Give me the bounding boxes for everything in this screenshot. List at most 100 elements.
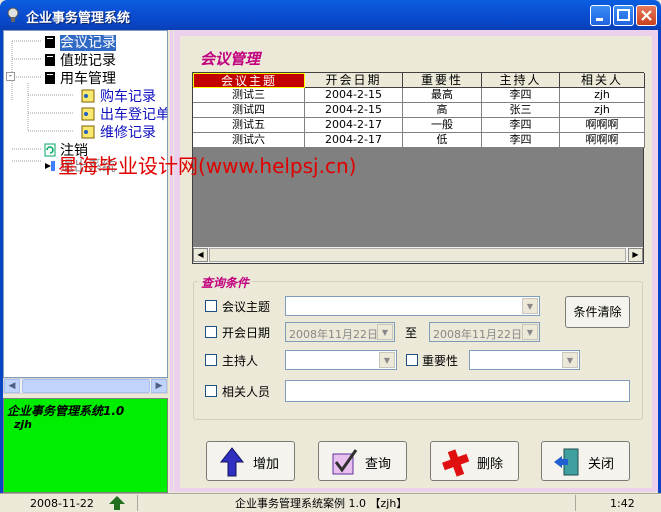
chevron-down-icon[interactable]: ▼ <box>377 324 393 340</box>
table-row[interactable]: 测试四 2004-2-15 高 张三 zjh <box>193 103 645 118</box>
document-icon <box>45 54 55 66</box>
refresh-doc-icon <box>44 143 56 157</box>
host-checkbox[interactable] <box>205 354 217 366</box>
column-header[interactable]: 开会日期 <box>305 73 403 88</box>
date-to-label: 至 <box>405 326 418 340</box>
chevron-down-icon[interactable]: ▼ <box>379 352 395 368</box>
cell-topic: 测试五 <box>193 118 305 133</box>
info-box: 企业事务管理系统1.0 zjh <box>3 398 168 493</box>
title-bar: 企业事务管理系统 <box>0 0 661 30</box>
close-button[interactable]: 关闭 <box>541 441 630 481</box>
tree-item-duty-records[interactable]: 值班记录 <box>44 50 116 70</box>
tree-item-label: 出车登记单 <box>100 107 168 123</box>
tree-item-vehicle-management[interactable]: 用车管理 <box>44 68 116 88</box>
tree-item-car-purchase[interactable]: 购车记录 <box>76 86 156 106</box>
importance-checkbox[interactable] <box>406 354 418 366</box>
chevron-down-icon[interactable]: ▼ <box>562 352 578 368</box>
scroll-left-icon[interactable]: ◀ <box>193 248 208 262</box>
scroll-left-icon[interactable]: ◀ <box>4 379 20 393</box>
column-header[interactable]: 主持人 <box>482 73 560 88</box>
tree-expander[interactable]: - <box>6 72 15 81</box>
cell-host: 李四 <box>482 133 560 148</box>
column-header[interactable]: 重要性 <box>403 73 482 88</box>
minimize-button[interactable] <box>590 5 611 26</box>
nav-tree[interactable]: - 会议记录 值班记录 用车管理 购车记录 出车登记单 维修记录 注销 退出系统 <box>3 30 168 378</box>
maximize-icon <box>617 9 630 21</box>
search-button[interactable]: 查询 <box>318 441 407 481</box>
tree-item-label: 维修记录 <box>100 125 156 141</box>
cell-topic: 测试四 <box>193 103 305 118</box>
cell-date: 2004-2-15 <box>305 88 403 103</box>
related-checkbox[interactable] <box>205 385 217 397</box>
info-app-version: 企业事务管理系统1.0 <box>7 404 125 418</box>
delete-button[interactable]: 删除 <box>430 441 519 481</box>
notebook-icon <box>81 107 95 121</box>
date-label: 开会日期 <box>222 326 271 340</box>
scroll-right-icon[interactable]: ▶ <box>151 379 167 393</box>
date-checkbox[interactable] <box>205 326 217 338</box>
scroll-thumb[interactable] <box>22 379 150 393</box>
app-icon <box>7 7 19 22</box>
tree-item-label: 购车记录 <box>100 89 156 105</box>
maximize-button[interactable] <box>613 5 634 26</box>
date-to-value: 2008年11月22日 <box>433 328 522 341</box>
chevron-down-icon[interactable]: ▼ <box>522 324 538 340</box>
table-row[interactable]: 测试三 2004-2-15 最高 李四 zjh <box>193 88 645 103</box>
cell-importance: 高 <box>403 103 482 118</box>
grid-horizontal-scrollbar[interactable]: ◀ ▶ <box>193 247 643 263</box>
add-button-label: 增加 <box>253 457 280 472</box>
column-header[interactable]: 会议主题 <box>193 73 305 88</box>
topic-checkbox[interactable] <box>205 300 217 312</box>
cell-importance: 最高 <box>403 88 482 103</box>
host-select[interactable]: ▼ <box>285 350 397 370</box>
date-to-picker[interactable]: 2008年11月22日 ▼ <box>429 322 540 342</box>
cell-importance: 低 <box>403 133 482 148</box>
tree-item-label: 用车管理 <box>60 71 116 87</box>
tree-logo-icon <box>109 496 125 510</box>
scroll-thumb[interactable] <box>209 248 626 262</box>
notebook-icon <box>81 89 95 103</box>
tree-item-dispatch-register[interactable]: 出车登记单 <box>76 104 168 124</box>
date-from-picker[interactable]: 2008年11月22日 ▼ <box>285 322 395 342</box>
topic-label: 会议主题 <box>222 300 271 314</box>
cell-date: 2004-2-15 <box>305 103 403 118</box>
tree-item-meeting-records[interactable]: 会议记录 <box>44 32 116 52</box>
tree-item-repair-records[interactable]: 维修记录 <box>76 122 156 142</box>
status-time: 1:42 <box>610 497 635 510</box>
cell-related: zjh <box>560 103 645 118</box>
importance-select[interactable]: ▼ <box>469 350 580 370</box>
cell-related: 啊啊啊 <box>560 118 645 133</box>
document-icon <box>45 36 55 48</box>
document-icon <box>45 72 55 84</box>
tree-horizontal-scrollbar[interactable]: ◀ ▶ <box>3 378 168 394</box>
checkmark-icon <box>332 449 358 475</box>
exit-arrow-icon <box>45 161 55 171</box>
table-row[interactable]: 测试六 2004-2-17 低 李四 啊啊啊 <box>193 133 645 148</box>
clear-conditions-button[interactable]: 条件清除 <box>565 296 630 328</box>
close-button-label: 关闭 <box>588 457 615 472</box>
chevron-down-icon[interactable]: ▼ <box>522 298 538 314</box>
close-window-button[interactable] <box>636 5 657 26</box>
minimize-icon <box>596 18 603 21</box>
delete-button-label: 删除 <box>477 457 504 472</box>
info-author: zjh <box>14 418 33 431</box>
exit-door-icon <box>554 448 579 476</box>
up-arrow-icon <box>219 447 245 477</box>
host-label: 主持人 <box>222 354 259 368</box>
table-row[interactable]: 测试五 2004-2-17 一般 李四 啊啊啊 <box>193 118 645 133</box>
column-header[interactable]: 相关人 <box>560 73 645 88</box>
tree-item-label: 会议记录 <box>60 35 116 51</box>
window-title: 企业事务管理系统 <box>26 11 131 26</box>
delete-cross-icon <box>442 449 470 477</box>
watermark-text: 星海毕业设计网(www.helpsj.cn) <box>58 154 357 178</box>
add-button[interactable]: 增加 <box>206 441 295 481</box>
scroll-right-icon[interactable]: ▶ <box>628 248 643 262</box>
cell-host: 李四 <box>482 118 560 133</box>
cell-importance: 一般 <box>403 118 482 133</box>
cell-topic: 测试六 <box>193 133 305 148</box>
splitter[interactable] <box>170 30 173 492</box>
tree-item-label: 值班记录 <box>60 53 116 69</box>
topic-select[interactable]: ▼ <box>285 296 540 316</box>
related-input[interactable] <box>285 380 630 402</box>
related-label: 相关人员 <box>222 385 271 399</box>
